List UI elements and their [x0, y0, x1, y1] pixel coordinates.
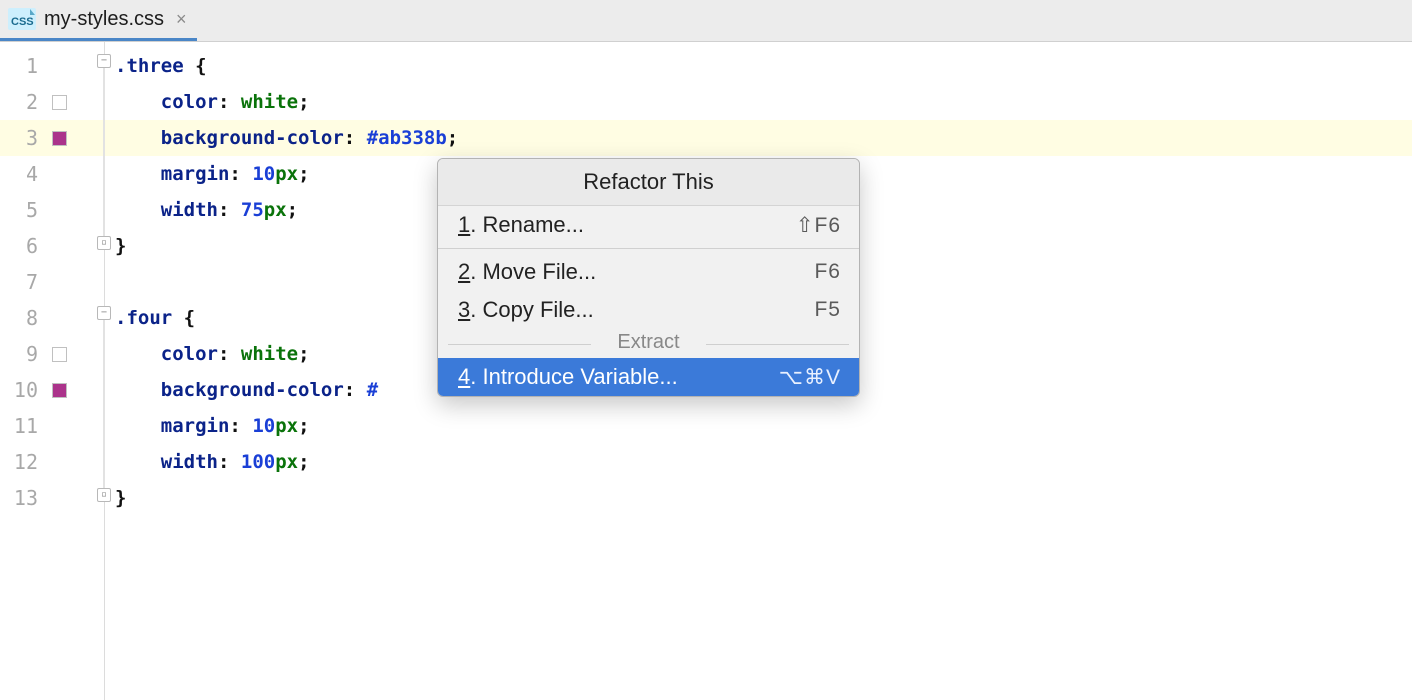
refactor-popup: Refactor This 1. Rename... ⇧F6 2. Move F… — [437, 158, 860, 397]
svg-text:CSS: CSS — [11, 16, 34, 28]
line-number: 1 — [10, 54, 38, 78]
popup-item-shortcut: ⌥⌘V — [779, 365, 841, 390]
popup-item-introduce-variable[interactable]: 4. Introduce Variable... ⌥⌘V — [438, 358, 859, 396]
editor-tab-bar: CSS my-styles.css × — [0, 0, 1412, 42]
code-line[interactable]: width: 100px; — [105, 444, 1412, 480]
popup-item-copy-file[interactable]: 3. Copy File... F5 — [438, 291, 859, 329]
code-line[interactable]: color: white; — [105, 84, 1412, 120]
popup-item-shortcut: ⇧F6 — [796, 213, 841, 238]
editor-gutter: 1 2 3 4 5 6 7 8 9 10 11 12 13 — [0, 42, 105, 700]
color-swatch-white[interactable] — [52, 95, 67, 110]
popup-section-extract: Extract — [438, 329, 859, 358]
line-number: 2 — [10, 90, 38, 114]
popup-item-label: 1. Rename... — [458, 212, 584, 238]
code-line-highlighted[interactable]: background-color: #ab338b; — [105, 120, 1412, 156]
line-number: 6 — [10, 234, 38, 258]
code-line[interactable]: margin: 10px; — [105, 408, 1412, 444]
popup-item-rename[interactable]: 1. Rename... ⇧F6 — [438, 206, 859, 244]
popup-item-shortcut: F6 — [814, 260, 841, 284]
tab-filename: my-styles.css — [44, 8, 164, 31]
line-number: 10 — [10, 378, 38, 402]
code-line[interactable]: } — [105, 480, 1412, 516]
close-icon[interactable]: × — [176, 9, 187, 30]
line-number: 3 — [10, 126, 38, 150]
popup-item-label: 4. Introduce Variable... — [458, 364, 678, 390]
popup-item-label: 3. Copy File... — [458, 297, 594, 323]
popup-separator — [438, 248, 859, 249]
code-line[interactable]: .three { — [105, 48, 1412, 84]
color-swatch-ab338b[interactable] — [52, 383, 67, 398]
color-swatch-white[interactable] — [52, 347, 67, 362]
popup-item-move-file[interactable]: 2. Move File... F6 — [438, 253, 859, 291]
line-number: 9 — [10, 342, 38, 366]
editor-tab[interactable]: CSS my-styles.css × — [0, 0, 197, 41]
line-number: 5 — [10, 198, 38, 222]
css-file-icon: CSS — [8, 8, 36, 30]
line-number: 7 — [10, 270, 38, 294]
line-number: 4 — [10, 162, 38, 186]
popup-title: Refactor This — [438, 159, 859, 206]
line-number: 8 — [10, 306, 38, 330]
line-number: 11 — [10, 414, 38, 438]
line-number: 12 — [10, 450, 38, 474]
popup-item-shortcut: F5 — [814, 298, 841, 322]
color-swatch-ab338b[interactable] — [52, 131, 67, 146]
popup-item-label: 2. Move File... — [458, 259, 596, 285]
line-number: 13 — [10, 486, 38, 510]
